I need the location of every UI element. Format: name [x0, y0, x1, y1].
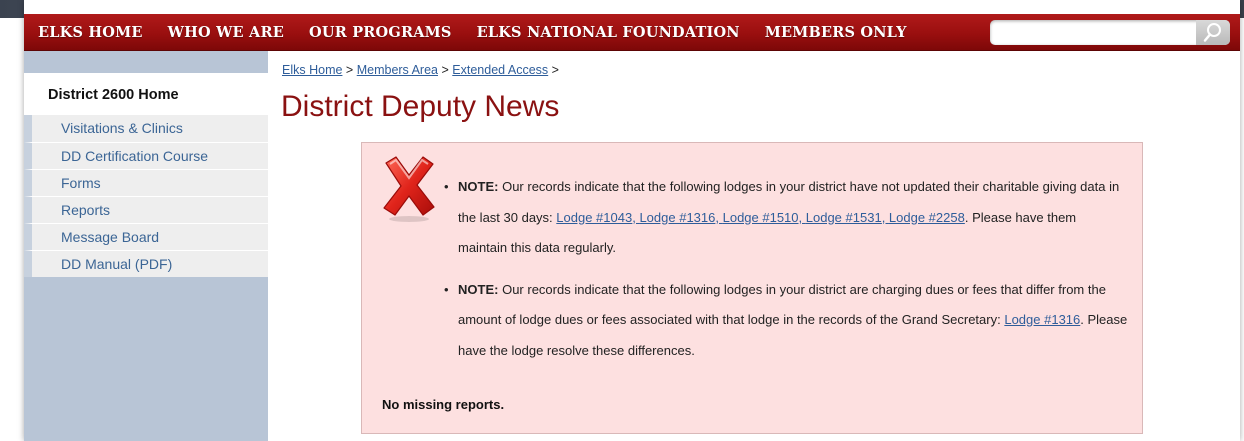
breadcrumb-separator: > — [551, 63, 559, 77]
notice-box: NOTE: Our records indicate that the foll… — [361, 142, 1143, 434]
nav-list: ELKS HOME WHO WE ARE OUR PROGRAMS ELKS N… — [24, 14, 932, 50]
sidebar-home[interactable]: District 2600 Home — [24, 73, 268, 115]
nav-members-only[interactable]: MEMBERS ONLY — [765, 24, 907, 41]
lodge-link-1316[interactable]: Lodge #1316 — [639, 210, 715, 225]
note-prefix: NOTE: — [458, 281, 499, 297]
nav-elks-national-foundation[interactable]: ELKS NATIONAL FOUNDATION — [477, 24, 740, 41]
note-item: NOTE: Our records indicate that the foll… — [444, 275, 1128, 367]
sidebar-item-dd-manual[interactable]: DD Manual (PDF) — [24, 250, 268, 277]
search-icon — [1203, 23, 1221, 42]
search-box — [990, 20, 1230, 45]
sidebar-item-visitations[interactable]: Visitations & Clinics — [24, 115, 268, 142]
link-separator: , — [715, 209, 723, 225]
main-nav: ELKS HOME WHO WE ARE OUR PROGRAMS ELKS N… — [24, 14, 1240, 51]
note-prefix: NOTE: — [458, 179, 499, 194]
page-title: District Deputy News — [281, 90, 560, 123]
sidebar-menu: Visitations & Clinics DD Certification C… — [24, 115, 268, 277]
sidebar-item-forms[interactable]: Forms — [24, 169, 268, 196]
nav-our-programs[interactable]: OUR PROGRAMS — [309, 24, 452, 41]
sidebar-item-message-board[interactable]: Message Board — [24, 223, 268, 250]
lodge-link-1316[interactable]: Lodge #1316 — [1004, 312, 1080, 327]
search-input[interactable] — [996, 22, 1196, 44]
lodge-link-1510[interactable]: Lodge #1510 — [723, 210, 799, 225]
breadcrumb-elks-home[interactable]: Elks Home — [282, 63, 342, 77]
lodge-link-1043[interactable]: Lodge #1043 — [556, 210, 632, 225]
notes-list: NOTE: Our records indicate that the foll… — [444, 172, 1128, 377]
link-separator: , — [881, 209, 889, 225]
breadcrumb-members-area[interactable]: Members Area — [357, 63, 438, 77]
breadcrumb-extended-access[interactable]: Extended Access — [452, 63, 548, 77]
breadcrumb: Elks Home > Members Area > Extended Acce… — [282, 63, 559, 77]
lodge-link-2258[interactable]: Lodge #2258 — [889, 210, 965, 225]
sidebar-item-dd-certification[interactable]: DD Certification Course — [24, 142, 268, 169]
sidebar: District 2600 Home Visitations & Clinics… — [24, 51, 268, 441]
breadcrumb-separator: > — [345, 63, 354, 77]
nav-who-we-are[interactable]: WHO WE ARE — [168, 24, 284, 41]
breadcrumb-separator: > — [441, 63, 449, 77]
error-x-icon — [383, 156, 435, 222]
sidebar-item-reports[interactable]: Reports — [24, 196, 268, 223]
search-button[interactable] — [1196, 20, 1230, 45]
no-missing-reports: No missing reports. — [382, 397, 505, 412]
lodge-link-1531[interactable]: Lodge #1531 — [806, 210, 882, 225]
sidebar-home-label[interactable]: District 2600 Home — [48, 87, 179, 103]
nav-elks-home[interactable]: ELKS HOME — [38, 24, 143, 41]
link-separator: , — [798, 209, 806, 225]
note-item: NOTE: Our records indicate that the foll… — [444, 172, 1128, 264]
